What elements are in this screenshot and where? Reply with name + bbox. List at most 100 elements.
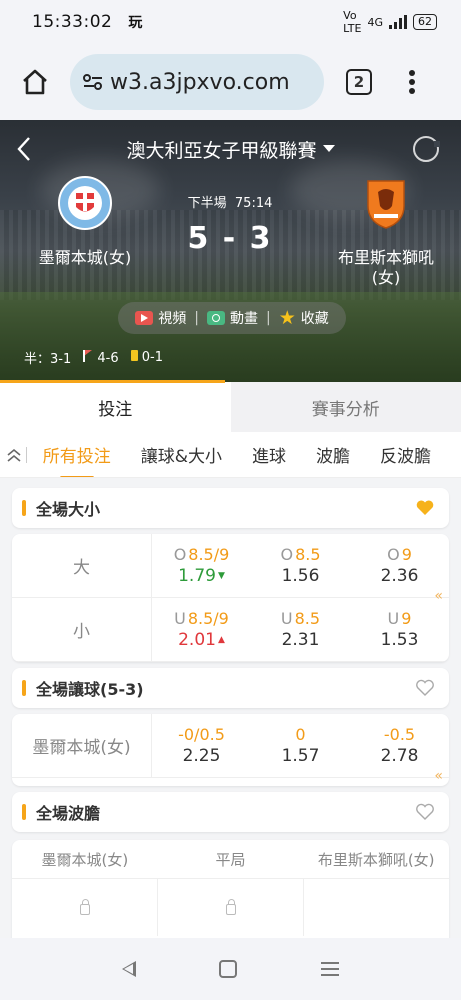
away-team-name: 布里斯本獅吼 (女) <box>337 248 434 287</box>
corner-flag-icon <box>83 349 93 362</box>
signal-icon <box>389 15 407 29</box>
markets-list: 全場大小 大 O 8.5/9 1.79 ▼ O 8.5 1.56 O9 2.36 小 … <box>0 478 461 938</box>
url-text: w3.a3jpxvo.com <box>110 69 290 95</box>
odds-cell[interactable]: 0 1.57 <box>251 714 350 777</box>
tab-anti-correct-score[interactable]: 反波膽 <box>380 442 431 467</box>
notification-app-icon: 玩 <box>128 15 143 31</box>
market-odds-handicap: 墨爾本城(女) -0/0.5 2.25 0 1.57 -0.5 2.78 « <box>12 714 449 786</box>
market-header-handicap[interactable]: 全場讓球(5-3) <box>12 668 449 708</box>
video-icon <box>135 311 154 325</box>
back-button[interactable] <box>16 136 32 169</box>
market-odds-correct-score: 墨爾本城(女) 平局 布里斯本獅吼(女) <box>12 840 449 938</box>
nav-home-icon[interactable] <box>219 960 238 978</box>
odds-cell[interactable]: U 8.5/9 2.01 ▲ <box>152 598 251 661</box>
active-tab-indicator <box>0 380 225 383</box>
match-clock: 下半場 75:14 <box>187 196 273 211</box>
match-header-top: 澳大利亞女子甲級聯賽 <box>0 132 461 166</box>
half-time-score: 半：3-1 <box>24 352 72 367</box>
nav-back-icon[interactable] <box>121 961 136 977</box>
odds-cell[interactable]: O 8.5 1.56 <box>251 534 350 597</box>
status-time: 15:33:02 <box>32 12 113 32</box>
chevron-left-icon <box>17 137 30 161</box>
heart-outline-icon[interactable] <box>415 802 435 822</box>
scroll-more-icon[interactable]: « <box>434 588 443 604</box>
animation-icon <box>206 311 225 325</box>
star-icon: ★ <box>278 307 296 329</box>
browser-toolbar: w3.a3jpxvo.com 2 <box>0 44 461 120</box>
heart-outline-icon[interactable] <box>415 678 435 698</box>
correct-score-headers: 墨爾本城(女) 平局 布里斯本獅吼(女) <box>12 840 449 878</box>
network-label: 4G <box>367 15 383 29</box>
tab-all-bets[interactable]: 所有投注 <box>43 442 111 477</box>
refresh-icon[interactable] <box>413 136 440 162</box>
market-header-total[interactable]: 全場大小 <box>12 488 449 528</box>
tab-analysis[interactable]: 賽事分析 <box>230 382 461 432</box>
match-score: 5 - 3 <box>150 221 310 256</box>
scroll-more-icon[interactable]: « <box>434 768 443 784</box>
tab-goals[interactable]: 進球 <box>252 442 286 467</box>
row-label: 墨爾本城(女) <box>12 714 152 777</box>
odds-cell[interactable]: U 8.5 2.31 <box>251 598 350 661</box>
collapse-all-button[interactable] <box>0 443 29 467</box>
odds-down-icon: ▼ <box>217 571 225 581</box>
video-button[interactable]: 視頻 <box>135 308 186 328</box>
tab-switcher-button[interactable]: 2 <box>346 69 372 95</box>
odds-row: 小 U 8.5/9 2.01 ▲ U 8.5 2.31 U9 1.53 <box>12 598 449 662</box>
away-team: 布里斯本獅吼 (女) <box>311 176 461 288</box>
tab-bet[interactable]: 投注 <box>0 382 231 432</box>
cards-stat: 0-1 <box>130 350 163 365</box>
divider: | <box>265 310 271 326</box>
odds-cell-locked <box>158 878 304 936</box>
market-title: 全場波膽 <box>36 804 101 823</box>
animation-button[interactable]: 動畫 <box>206 308 258 328</box>
browser-menu-button[interactable] <box>402 69 422 95</box>
market-title: 全場讓球(5-3) <box>36 680 144 699</box>
main-tabs: 投注 賽事分析 <box>0 382 461 432</box>
home-icon <box>23 69 47 95</box>
row-label: 大 <box>12 534 152 597</box>
odds-cell[interactable]: U9 1.53 <box>350 598 449 661</box>
column-header: 布里斯本獅吼(女) <box>317 850 435 869</box>
caret-down-icon <box>322 145 335 152</box>
odds-up-icon: ▲ <box>217 635 225 645</box>
home-team: 墨爾本城(女) <box>10 176 160 268</box>
lock-icon <box>79 899 90 915</box>
odds-cell[interactable]: O 8.5/9 1.79 ▼ <box>152 534 251 597</box>
market-tabs: 所有投注 讓球&大小 進球 波膽 反波膽 <box>0 432 461 478</box>
odds-cell-locked <box>12 878 158 936</box>
double-chevron-up-icon <box>7 448 21 462</box>
heart-icon[interactable] <box>415 498 435 518</box>
home-score: 5 <box>187 221 211 256</box>
system-nav-bar <box>0 938 461 1000</box>
match-header: 澳大利亞女子甲級聯賽 墨爾本城(女) 下半場 75:14 5 - 3 布里斯本獅… <box>0 120 461 382</box>
section-marker <box>22 680 26 696</box>
address-bar[interactable]: w3.a3jpxvo.com <box>70 54 324 110</box>
market-odds-total: 大 O 8.5/9 1.79 ▼ O 8.5 1.56 O9 2.36 小 U 8.5/… <box>12 534 449 662</box>
away-score: 3 <box>249 221 273 256</box>
odds-cell-empty <box>304 878 449 936</box>
battery-icon: 62 <box>413 14 437 30</box>
status-right: Vo LTE 4G 62 <box>343 9 437 35</box>
match-stats: 半：3-1 4-6 0-1 <box>24 348 163 367</box>
tab-correct-score[interactable]: 波膽 <box>316 442 350 467</box>
yellow-card-icon <box>130 350 138 361</box>
score-separator: - <box>222 221 238 256</box>
odds-row: 墨爾本城(女) -0/0.5 2.25 0 1.57 -0.5 2.78 <box>12 714 449 778</box>
column-header: 墨爾本城(女) <box>41 850 129 869</box>
match-center: 下半場 75:14 5 - 3 <box>150 192 310 256</box>
site-settings-icon[interactable] <box>82 71 104 93</box>
divider: | <box>194 310 199 326</box>
home-team-crest-icon <box>58 176 112 230</box>
league-selector[interactable]: 澳大利亞女子甲級聯賽 <box>126 136 335 163</box>
league-title: 澳大利亞女子甲級聯賽 <box>126 139 317 162</box>
nav-recents-icon[interactable] <box>321 962 340 976</box>
away-team-crest-icon <box>367 180 405 229</box>
tab-handicap-total[interactable]: 讓球&大小 <box>141 442 222 467</box>
browser-home-button[interactable] <box>0 44 70 120</box>
odds-row: 大 O 8.5/9 1.79 ▼ O 8.5 1.56 O9 2.36 <box>12 534 449 598</box>
odds-cell[interactable]: -0/0.5 2.25 <box>152 714 251 777</box>
market-title: 全場大小 <box>36 500 101 519</box>
favorite-button[interactable]: ★ 收藏 <box>279 308 329 328</box>
section-marker <box>22 500 26 516</box>
market-header-correct-score[interactable]: 全場波膽 <box>12 792 449 832</box>
